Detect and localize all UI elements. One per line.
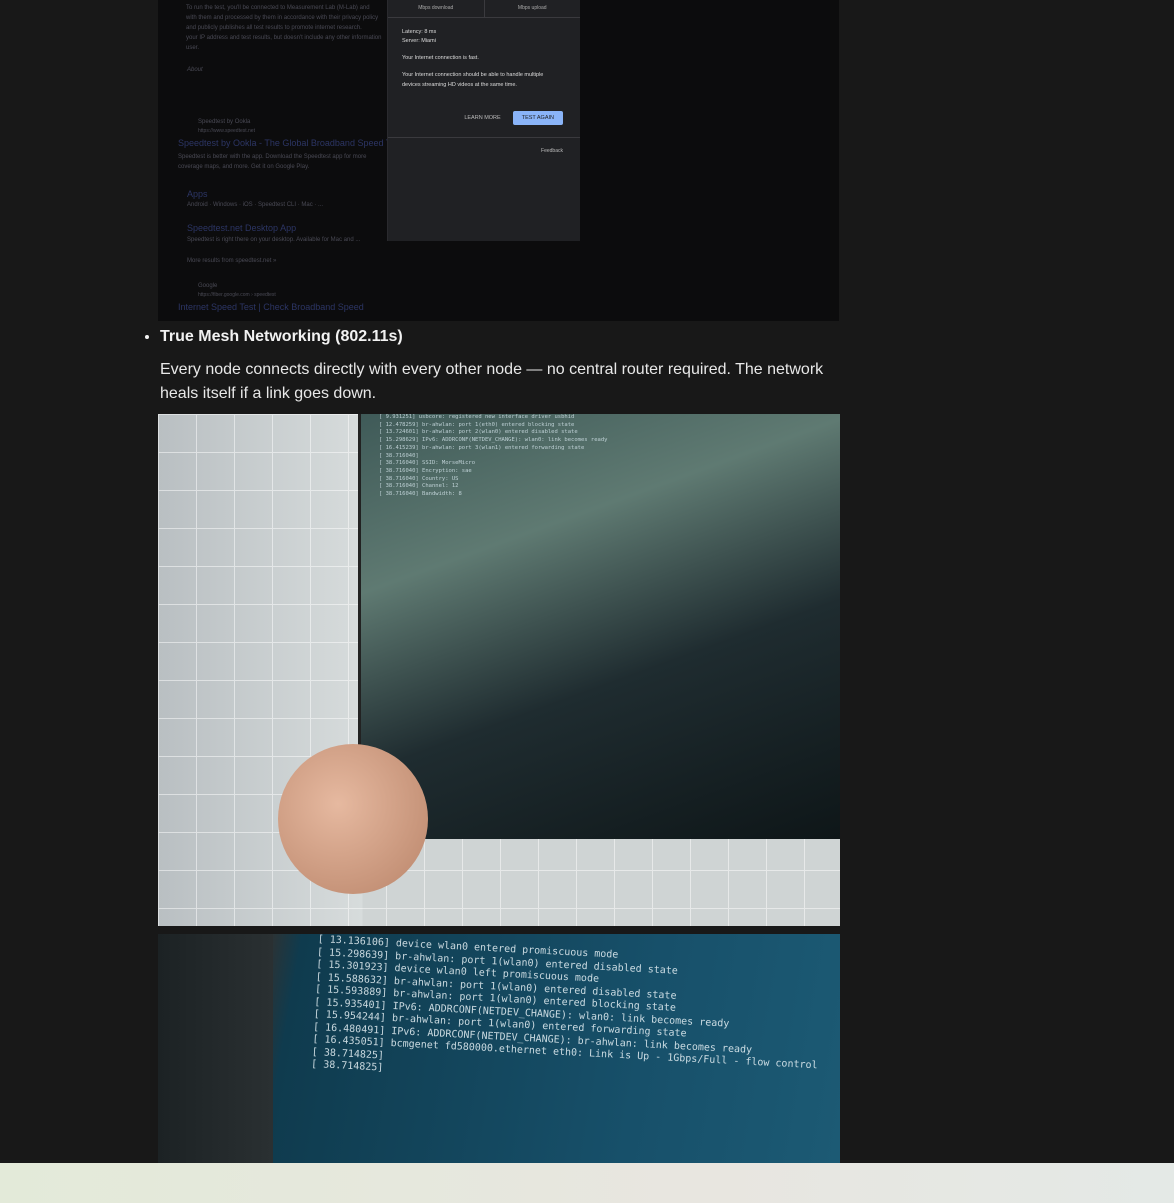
display-bezel — [158, 934, 273, 1164]
display-screen: [ 9.931251] usbcore: registered new inte… — [358, 414, 840, 839]
terminal-output: [ 9.931251] usbcore: registered new inte… — [379, 414, 608, 498]
about-link: About — [187, 67, 203, 73]
learn-more-button: LEARN MORE — [464, 115, 501, 121]
download-label: Mbps download — [388, 0, 485, 17]
sub-title: Apps — [187, 189, 208, 199]
bottom-bar — [0, 1163, 1174, 1203]
sub-desc: Android · Windows · iOS · Speedtest CLI … — [187, 202, 324, 208]
feature-title: True Mesh Networking (802.11s) — [160, 328, 860, 346]
intro-line: your IP address and test results, but do… — [186, 35, 382, 41]
verdict: Your Internet connection is fast. — [402, 55, 479, 61]
intro-text: To run the test, you'll be connected to … — [186, 3, 386, 53]
divider — [388, 137, 580, 138]
more-results: More results from speedtest.net » — [187, 258, 277, 264]
test-again-button: TEST AGAIN — [512, 111, 563, 125]
verdict-detail: Your Internet connection should be able … — [402, 72, 544, 88]
upload-label: Mbps upload — [517, 5, 547, 11]
result-url: https://www.speedtest.net — [198, 128, 255, 134]
result-url: https://fiber.google.com › speedtest — [198, 292, 276, 298]
feature-description: Every node connects directly with every … — [160, 361, 824, 402]
server: Server: Miami — [402, 38, 436, 44]
sub-desc: Speedtest is right there on your desktop… — [187, 237, 361, 243]
speedtest-screenshot: To run the test, you'll be connected to … — [158, 0, 839, 321]
sub-title: Speedtest.net Desktop App — [187, 223, 297, 233]
speedtest-result-panel: Mbps download Mbps upload Latency: 8 ms … — [387, 0, 580, 241]
intro-line: with them and processed by them in accor… — [186, 15, 379, 21]
intro-line: user. — [186, 45, 200, 51]
result-desc: Speedtest is better with the app. Downlo… — [178, 154, 367, 170]
terminal-output: [ 13.136106] device wlan0 entered promis… — [310, 934, 818, 1074]
feature-list: True Mesh Networking (802.11s) — [138, 328, 860, 346]
finger — [278, 744, 428, 894]
result-title: Speedtest by Ookla - The Global Broadban… — [178, 138, 388, 148]
mesh-node-boot-photo: [ 9.931251] usbcore: registered new inte… — [158, 414, 840, 926]
result-title: Internet Speed Test | Check Broadband Sp… — [178, 302, 364, 312]
intro-line: and publicly publishes all test results … — [186, 25, 362, 31]
mesh-link-log-photo: [ 13.136106] device wlan0 entered promis… — [158, 934, 840, 1164]
feedback-link: Feedback — [541, 148, 563, 154]
intro-line: To run the test, you'll be connected to … — [186, 5, 370, 11]
